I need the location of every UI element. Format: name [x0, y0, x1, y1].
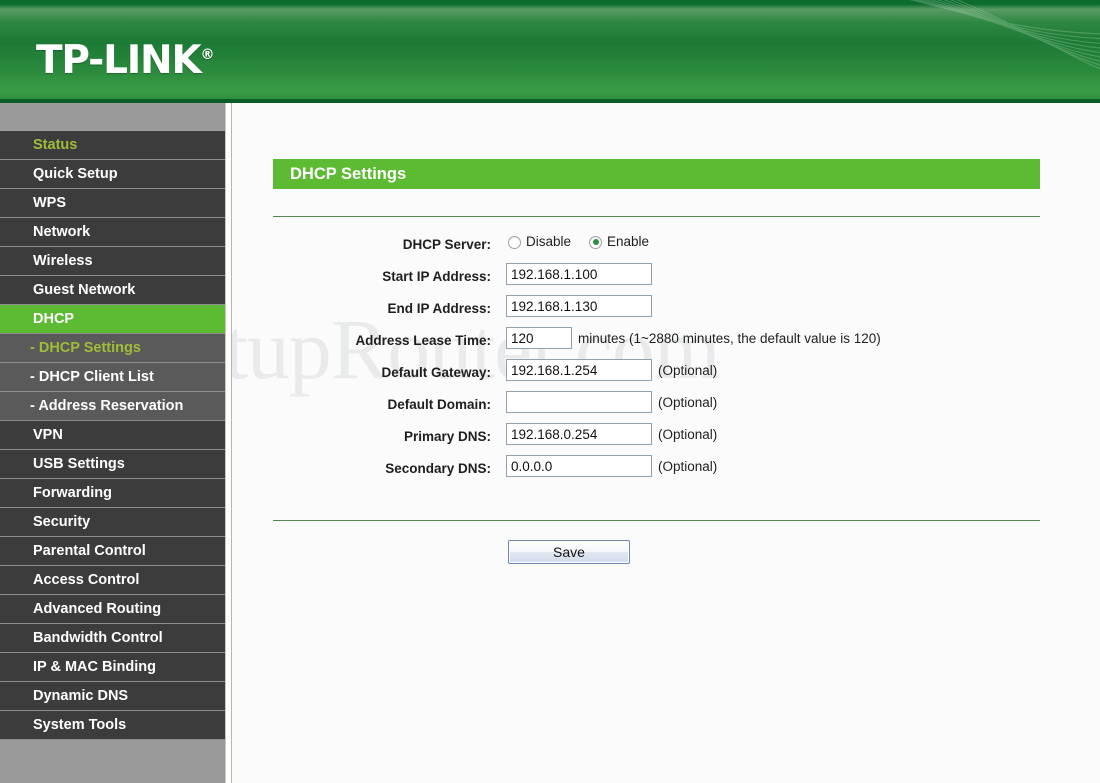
header-swoosh-decoration [909, 0, 1100, 70]
dhcp-server-radio-group: Disable Enable [508, 232, 649, 252]
sidebar-item-wps[interactable]: WPS [0, 189, 225, 218]
sidebar-item-quick-setup[interactable]: Quick Setup [0, 160, 225, 189]
secondary-dns-hint: (Optional) [658, 459, 718, 474]
form-row-default-domain: Default Domain: (Optional) [232, 391, 1100, 423]
sidebar-item-network[interactable]: Network [0, 218, 225, 247]
form-row-dhcp-server: DHCP Server: Disable Enable [232, 231, 1100, 263]
secondary-dns-field-wrap [506, 455, 652, 477]
default-domain-input[interactable] [506, 391, 652, 413]
sidebar-item-guest-network[interactable]: Guest Network [0, 276, 225, 305]
site-header: TP-LINK® [0, 0, 1100, 103]
sidebar-item-access-control[interactable]: Access Control [0, 566, 225, 595]
primary-dns-input[interactable] [506, 423, 652, 445]
sidebar-item-vpn[interactable]: VPN [0, 421, 225, 450]
form-row-address-lease-time: Address Lease Time: minutes (1~2880 minut… [232, 327, 1100, 359]
form-row-secondary-dns: Secondary DNS: (Optional) [232, 455, 1100, 487]
content-panel: SetupRouter.com DHCP Settings DHCP Serve… [231, 103, 1100, 783]
sidebar-item-status[interactable]: Status [0, 131, 225, 160]
radio-enable-checked-icon[interactable] [589, 235, 603, 249]
form-row-default-gateway: Default Gateway: (Optional) [232, 359, 1100, 391]
start-ip-address-field-wrap [506, 263, 652, 285]
radio-label-disable: Disable [526, 234, 572, 249]
start-ip-address-input[interactable] [506, 263, 652, 285]
form-row-end-ip-address: End IP Address: [232, 295, 1100, 327]
default-gateway-label: Default Gateway: [381, 365, 491, 380]
page-title: DHCP Settings [273, 159, 1040, 189]
dhcp-server-label: DHCP Server: [402, 237, 491, 252]
sidebar-item-wireless[interactable]: Wireless [0, 247, 225, 276]
address-lease-time-label: Address Lease Time: [355, 333, 491, 348]
sidebar-item-dhcp-settings[interactable]: - DHCP Settings [0, 334, 225, 363]
tp-link-logo: TP-LINK® [36, 41, 215, 80]
address-lease-time-input[interactable] [506, 327, 572, 349]
dhcp-settings-form: DHCP Server: Disable Enable Start IP Addr… [232, 231, 1100, 487]
save-button-container: Save [508, 540, 630, 564]
sidebar-item-usb-settings[interactable]: USB Settings [0, 450, 225, 479]
router-admin-page: TP-LINK® Status Quick Setup WPS Network Wire… [0, 0, 1100, 783]
sidebar-item-dhcp[interactable]: DHCP [0, 305, 225, 334]
form-field-rows: Start IP Address: End IP Address: Address … [232, 263, 1100, 487]
default-gateway-field-wrap [506, 359, 652, 381]
default-domain-label: Default Domain: [387, 397, 491, 412]
radio-option-enable[interactable]: Enable [589, 232, 649, 252]
end-ip-address-label: End IP Address: [387, 301, 491, 316]
secondary-dns-input[interactable] [506, 455, 652, 477]
logo-text: TP-LINK [36, 38, 202, 83]
primary-dns-label: Primary DNS: [403, 429, 491, 444]
default-domain-hint: (Optional) [658, 395, 718, 410]
sidebar-item-parental-control[interactable]: Parental Control [0, 537, 225, 566]
registered-trademark-symbol: ® [200, 47, 215, 63]
sidebar-item-forwarding[interactable]: Forwarding [0, 479, 225, 508]
radio-disable-unchecked-icon[interactable] [508, 235, 521, 249]
sidebar-menu: Status Quick Setup WPS Network Wireless Guest… [0, 131, 225, 740]
sidebar-item-dhcp-client-list[interactable]: - DHCP Client List [0, 363, 225, 392]
sidebar-item-security[interactable]: Security [0, 508, 225, 537]
sidebar-navigation: Status Quick Setup WPS Network Wireless Guest… [0, 103, 226, 783]
sidebar-item-bandwidth-control[interactable]: Bandwidth Control [0, 624, 225, 653]
primary-dns-hint: (Optional) [658, 427, 718, 442]
form-row-primary-dns: Primary DNS: (Optional) [232, 423, 1100, 455]
divider-top [273, 216, 1040, 217]
end-ip-address-field-wrap [506, 295, 652, 317]
sidebar-bottom-spacer [0, 740, 225, 780]
body-area: Status Quick Setup WPS Network Wireless Guest… [0, 103, 1100, 783]
sidebar-item-dynamic-dns[interactable]: Dynamic DNS [0, 682, 225, 711]
sidebar-item-advanced-routing[interactable]: Advanced Routing [0, 595, 225, 624]
radio-option-disable[interactable]: Disable [508, 232, 571, 252]
form-row-start-ip-address: Start IP Address: [232, 263, 1100, 295]
address-lease-time-hint: minutes (1~2880 minutes, the default val… [578, 331, 881, 346]
primary-dns-field-wrap [506, 423, 652, 445]
address-lease-time-field-wrap [506, 327, 572, 349]
default-gateway-hint: (Optional) [658, 363, 718, 378]
sidebar-item-ip-mac-binding[interactable]: IP & MAC Binding [0, 653, 225, 682]
default-gateway-input[interactable] [506, 359, 652, 381]
save-button[interactable]: Save [508, 540, 630, 564]
secondary-dns-label: Secondary DNS: [385, 461, 491, 476]
sidebar-item-system-tools[interactable]: System Tools [0, 711, 225, 740]
default-domain-field-wrap [506, 391, 652, 413]
divider-bottom [273, 520, 1040, 521]
sidebar-item-address-reservation[interactable]: - Address Reservation [0, 392, 225, 421]
start-ip-address-label: Start IP Address: [382, 269, 491, 284]
end-ip-address-input[interactable] [506, 295, 652, 317]
sidebar-top-spacer [0, 103, 225, 131]
radio-label-enable: Enable [607, 234, 650, 249]
